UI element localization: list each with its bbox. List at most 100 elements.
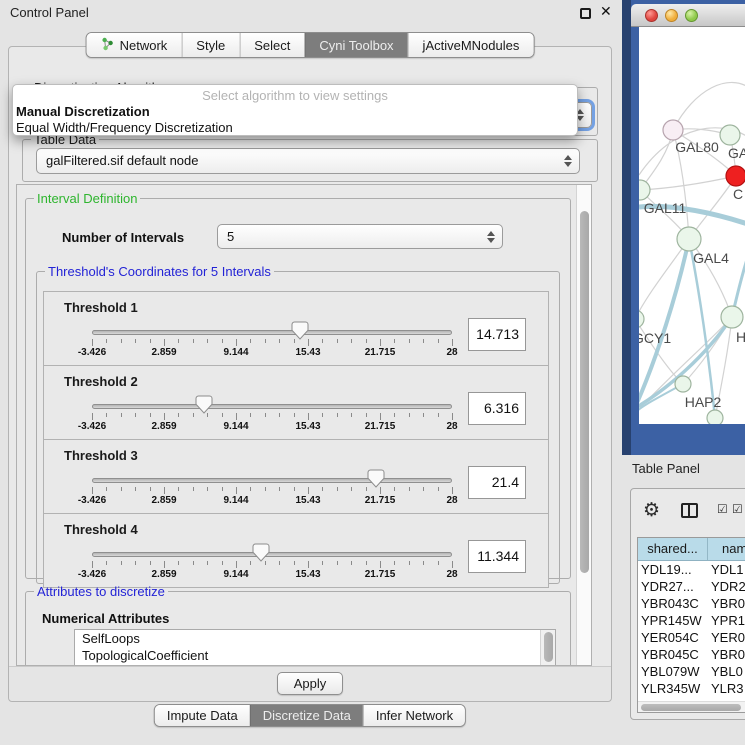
slider-tick: [423, 561, 424, 565]
threshold-value-field[interactable]: 21.4: [468, 466, 526, 499]
numerical-attributes-list[interactable]: SelfLoopsTopologicalCoefficientBetweenne…: [74, 629, 556, 666]
dropdown-option-manual-discretization[interactable]: Manual Discretization: [13, 103, 577, 119]
network-edge[interactable]: [673, 82, 745, 130]
network-node-edge-node[interactable]: [707, 410, 723, 424]
attribute-item-selfloops[interactable]: SelfLoops: [75, 630, 555, 647]
slider-tick: [265, 339, 266, 343]
cell-shared-name: YLR345W: [638, 680, 708, 697]
cell-shared-name: YBR045C: [638, 646, 708, 663]
slider-track[interactable]: [92, 404, 452, 409]
cell-name: YER0: [708, 629, 745, 646]
column-header-shared-name[interactable]: shared...: [638, 538, 708, 560]
network-node-gal80[interactable]: [663, 120, 683, 140]
table-row[interactable]: YDL19...YDL1: [638, 561, 745, 578]
split-columns-icon[interactable]: [681, 503, 698, 518]
threshold-2-panel: Threshold 2-3.4262.8599.14415.4321.71528…: [43, 365, 549, 440]
slider-tick: [265, 487, 266, 491]
close-traffic-light-icon[interactable]: [645, 9, 658, 22]
network-edge[interactable]: [639, 239, 689, 319]
slider-tick-label: 9.144: [223, 347, 248, 358]
attribute-item-topologicalcoefficient[interactable]: TopologicalCoefficient: [75, 647, 555, 664]
slider-thumb[interactable]: [291, 321, 309, 340]
float-window-icon[interactable]: [580, 8, 591, 19]
slider-thumb[interactable]: [367, 469, 385, 488]
slider-tick: [135, 561, 136, 565]
network-edge[interactable]: [639, 319, 683, 384]
num-intervals-combobox[interactable]: 5: [217, 224, 503, 249]
slider-tick: [394, 561, 395, 565]
minimize-traffic-light-icon[interactable]: [665, 9, 678, 22]
column-header-name[interactable]: name: [708, 538, 745, 560]
threshold-label: Threshold 3: [64, 448, 138, 463]
tab-infer-network[interactable]: Infer Network: [363, 705, 465, 726]
num-intervals-value: 5: [227, 229, 234, 244]
tab-network[interactable]: Network: [87, 33, 182, 57]
threshold-value-field[interactable]: 6.316: [468, 392, 526, 425]
threshold-label: Threshold 2: [64, 374, 138, 389]
interval-definition-title: Interval Definition: [34, 191, 140, 206]
slider-tick: [193, 339, 194, 343]
network-node-hap2[interactable]: [675, 376, 691, 392]
table-horizontal-scrollbar[interactable]: [638, 701, 745, 712]
gear-icon[interactable]: ⚙: [643, 499, 660, 522]
table-row[interactable]: YBR045CYBR0: [638, 646, 745, 663]
slider-tick: [236, 487, 237, 494]
attributes-list-scrollbar[interactable]: [540, 630, 555, 666]
slider-tick-label: 28: [446, 495, 457, 506]
close-window-icon[interactable]: ✕: [600, 3, 612, 20]
slider-track[interactable]: [92, 330, 452, 335]
slider-tick-label: 15.43: [295, 347, 320, 358]
zoom-traffic-light-icon[interactable]: [685, 9, 698, 22]
network-node-label: HAP2: [685, 394, 722, 410]
threshold-value-field[interactable]: 11.344: [468, 540, 526, 573]
table-row[interactable]: YPR145WYPR1: [638, 612, 745, 629]
apply-button[interactable]: Apply: [277, 672, 343, 695]
table-row[interactable]: YLR345WYLR3: [638, 680, 745, 697]
network-node-gal11[interactable]: [639, 180, 650, 200]
checkbox-icon[interactable]: ☑: [717, 502, 728, 516]
cell-shared-name: YBL079W: [638, 663, 708, 680]
control-panel: Control Panel ✕ NetworkStyleSelectCyni T…: [0, 0, 620, 745]
tab-impute-data[interactable]: Impute Data: [155, 705, 250, 726]
network-node-gal4[interactable]: [677, 227, 701, 251]
table-row[interactable]: YDR27...YDR2: [638, 578, 745, 595]
slider-tick: [337, 561, 338, 565]
tab-select[interactable]: Select: [239, 33, 304, 57]
tab-style[interactable]: Style: [181, 33, 239, 57]
slider-thumb[interactable]: [195, 395, 213, 414]
slider-track[interactable]: [92, 552, 452, 557]
tab-label: Impute Data: [167, 708, 238, 723]
slider-tick: [409, 561, 410, 565]
tab-cyni-toolbox[interactable]: Cyni Toolbox: [304, 33, 407, 57]
slider-tick: [394, 487, 395, 491]
slider-tick: [150, 487, 151, 491]
network-node-ha[interactable]: [721, 306, 743, 328]
network-edge[interactable]: [640, 176, 736, 190]
network-node-gcy1[interactable]: [639, 310, 644, 328]
slider-track[interactable]: [92, 478, 452, 483]
slider-tick-label: 15.43: [295, 495, 320, 506]
slider-tick: [380, 413, 381, 420]
slider-thumb[interactable]: [252, 543, 270, 562]
network-node-gal[interactable]: [720, 125, 740, 145]
top-tab-bar: NetworkStyleSelectCyni ToolboxjActiveMNo…: [86, 32, 535, 58]
cell-shared-name: YBR043C: [638, 595, 708, 612]
tab-discretize-data[interactable]: Discretize Data: [250, 705, 363, 726]
threshold-label: Threshold 4: [64, 522, 138, 537]
network-canvas[interactable]: GAL80GALCGAL11GAL4GCY1HAHAP2: [639, 27, 745, 424]
tab-jactivemnodules[interactable]: jActiveMNodules: [408, 33, 534, 57]
settings-vertical-scrollbar[interactable]: [576, 185, 591, 665]
threshold-value-field[interactable]: 14.713: [468, 318, 526, 351]
table-data-combobox[interactable]: galFiltered.sif default node: [36, 148, 580, 174]
table-row[interactable]: YBR043CYBR0: [638, 595, 745, 612]
dropdown-option-equal-width-frequency-discretization[interactable]: Equal Width/Frequency Discretization: [13, 119, 577, 135]
table-row[interactable]: YBL079WYBL0: [638, 663, 745, 680]
table-row[interactable]: YER054CYER0: [638, 629, 745, 646]
checkbox-icon[interactable]: ☑: [732, 502, 743, 516]
control-panel-title: Control Panel: [10, 5, 89, 20]
slider-tick: [308, 339, 309, 346]
network-node-selected-red[interactable]: [726, 166, 745, 186]
network-window-titlebar[interactable]: [631, 4, 745, 27]
slider-tick: [121, 413, 122, 417]
slider-tick: [222, 561, 223, 565]
